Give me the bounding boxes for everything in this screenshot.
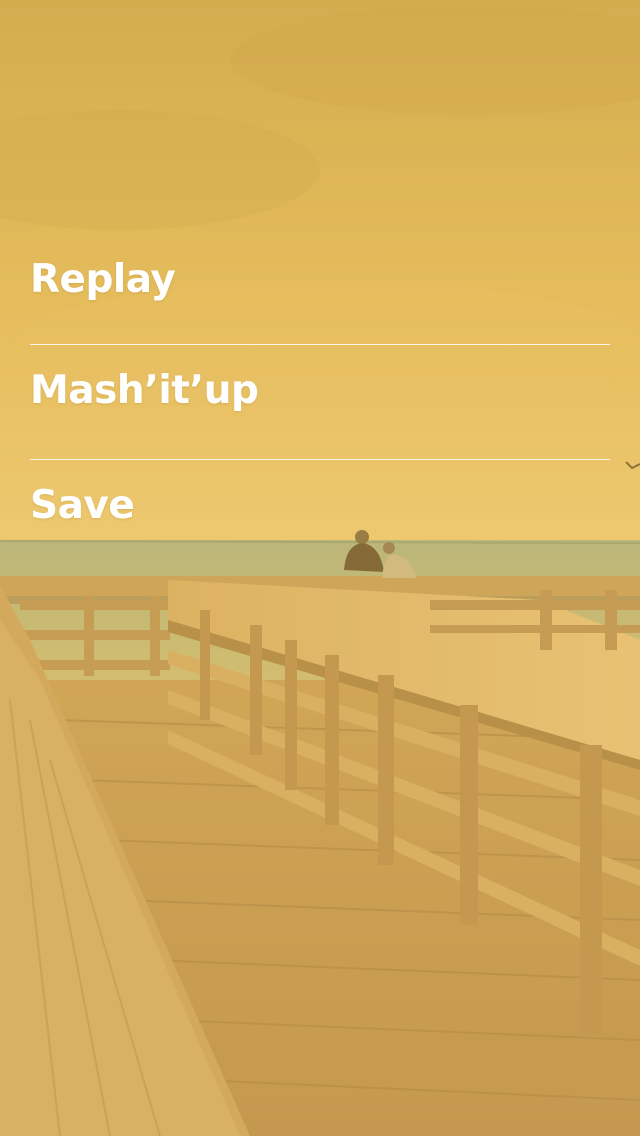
save-label: Save bbox=[30, 483, 135, 528]
replay-menu-item[interactable]: Replay bbox=[30, 240, 610, 345]
main-menu: Replay Mash’it’up Save bbox=[30, 240, 610, 565]
mash-it-up-label: Mash’it’up bbox=[30, 368, 259, 413]
menu-screen: Replay Mash’it’up Save bbox=[0, 0, 640, 1136]
save-menu-item[interactable]: Save bbox=[30, 460, 610, 565]
mash-it-up-menu-item[interactable]: Mash’it’up bbox=[30, 345, 610, 460]
replay-label: Replay bbox=[30, 257, 176, 302]
background-photo bbox=[0, 0, 640, 1136]
